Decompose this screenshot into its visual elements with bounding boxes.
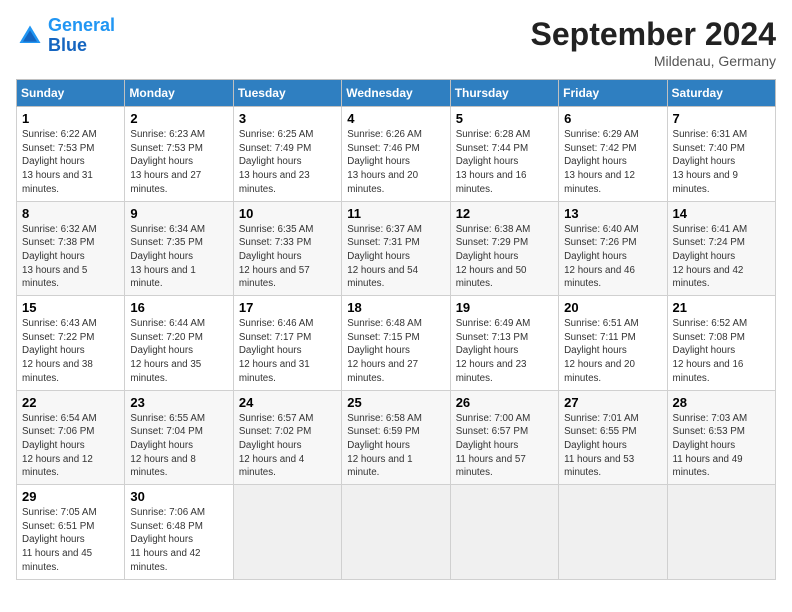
month-title: September 2024 xyxy=(531,16,776,53)
col-wednesday: Wednesday xyxy=(342,80,450,107)
logo-text: GeneralBlue xyxy=(48,16,115,56)
table-row: 30 Sunrise: 7:06 AMSunset: 6:48 PMDaylig… xyxy=(125,485,233,580)
col-thursday: Thursday xyxy=(450,80,558,107)
table-row: 28 Sunrise: 7:03 AMSunset: 6:53 PMDaylig… xyxy=(667,390,775,485)
table-row: 21 Sunrise: 6:52 AMSunset: 7:08 PMDaylig… xyxy=(667,296,775,391)
table-row: 12 Sunrise: 6:38 AMSunset: 7:29 PMDaylig… xyxy=(450,201,558,296)
table-row xyxy=(233,485,341,580)
table-row xyxy=(450,485,558,580)
table-row: 14 Sunrise: 6:41 AMSunset: 7:24 PMDaylig… xyxy=(667,201,775,296)
table-row xyxy=(559,485,667,580)
col-tuesday: Tuesday xyxy=(233,80,341,107)
table-row: 1 Sunrise: 6:22 AMSunset: 7:53 PMDayligh… xyxy=(17,107,125,202)
col-sunday: Sunday xyxy=(17,80,125,107)
table-row: 7 Sunrise: 6:31 AMSunset: 7:40 PMDayligh… xyxy=(667,107,775,202)
table-row: 9 Sunrise: 6:34 AMSunset: 7:35 PMDayligh… xyxy=(125,201,233,296)
table-row: 26 Sunrise: 7:00 AMSunset: 6:57 PMDaylig… xyxy=(450,390,558,485)
calendar-table: Sunday Monday Tuesday Wednesday Thursday… xyxy=(16,79,776,580)
table-row: 6 Sunrise: 6:29 AMSunset: 7:42 PMDayligh… xyxy=(559,107,667,202)
calendar-week-5: 29 Sunrise: 7:05 AMSunset: 6:51 PMDaylig… xyxy=(17,485,776,580)
logo-icon xyxy=(16,22,44,50)
table-row: 23 Sunrise: 6:55 AMSunset: 7:04 PMDaylig… xyxy=(125,390,233,485)
col-monday: Monday xyxy=(125,80,233,107)
table-row: 16 Sunrise: 6:44 AMSunset: 7:20 PMDaylig… xyxy=(125,296,233,391)
table-row: 4 Sunrise: 6:26 AMSunset: 7:46 PMDayligh… xyxy=(342,107,450,202)
logo: GeneralBlue xyxy=(16,16,115,56)
table-row xyxy=(667,485,775,580)
table-row: 2 Sunrise: 6:23 AMSunset: 7:53 PMDayligh… xyxy=(125,107,233,202)
table-row: 10 Sunrise: 6:35 AMSunset: 7:33 PMDaylig… xyxy=(233,201,341,296)
table-row: 5 Sunrise: 6:28 AMSunset: 7:44 PMDayligh… xyxy=(450,107,558,202)
table-row: 3 Sunrise: 6:25 AMSunset: 7:49 PMDayligh… xyxy=(233,107,341,202)
table-row: 13 Sunrise: 6:40 AMSunset: 7:26 PMDaylig… xyxy=(559,201,667,296)
table-row: 20 Sunrise: 6:51 AMSunset: 7:11 PMDaylig… xyxy=(559,296,667,391)
calendar-week-3: 15 Sunrise: 6:43 AMSunset: 7:22 PMDaylig… xyxy=(17,296,776,391)
calendar-week-4: 22 Sunrise: 6:54 AMSunset: 7:06 PMDaylig… xyxy=(17,390,776,485)
col-saturday: Saturday xyxy=(667,80,775,107)
calendar-week-2: 8 Sunrise: 6:32 AMSunset: 7:38 PMDayligh… xyxy=(17,201,776,296)
calendar-header-row: Sunday Monday Tuesday Wednesday Thursday… xyxy=(17,80,776,107)
table-row: 17 Sunrise: 6:46 AMSunset: 7:17 PMDaylig… xyxy=(233,296,341,391)
table-row: 27 Sunrise: 7:01 AMSunset: 6:55 PMDaylig… xyxy=(559,390,667,485)
location: Mildenau, Germany xyxy=(531,53,776,69)
calendar-week-1: 1 Sunrise: 6:22 AMSunset: 7:53 PMDayligh… xyxy=(17,107,776,202)
table-row: 22 Sunrise: 6:54 AMSunset: 7:06 PMDaylig… xyxy=(17,390,125,485)
table-row: 15 Sunrise: 6:43 AMSunset: 7:22 PMDaylig… xyxy=(17,296,125,391)
col-friday: Friday xyxy=(559,80,667,107)
table-row: 18 Sunrise: 6:48 AMSunset: 7:15 PMDaylig… xyxy=(342,296,450,391)
table-row xyxy=(342,485,450,580)
table-row: 8 Sunrise: 6:32 AMSunset: 7:38 PMDayligh… xyxy=(17,201,125,296)
table-row: 25 Sunrise: 6:58 AMSunset: 6:59 PMDaylig… xyxy=(342,390,450,485)
table-row: 11 Sunrise: 6:37 AMSunset: 7:31 PMDaylig… xyxy=(342,201,450,296)
table-row: 19 Sunrise: 6:49 AMSunset: 7:13 PMDaylig… xyxy=(450,296,558,391)
header: GeneralBlue September 2024 Mildenau, Ger… xyxy=(16,16,776,69)
table-row: 29 Sunrise: 7:05 AMSunset: 6:51 PMDaylig… xyxy=(17,485,125,580)
title-area: September 2024 Mildenau, Germany xyxy=(531,16,776,69)
table-row: 24 Sunrise: 6:57 AMSunset: 7:02 PMDaylig… xyxy=(233,390,341,485)
